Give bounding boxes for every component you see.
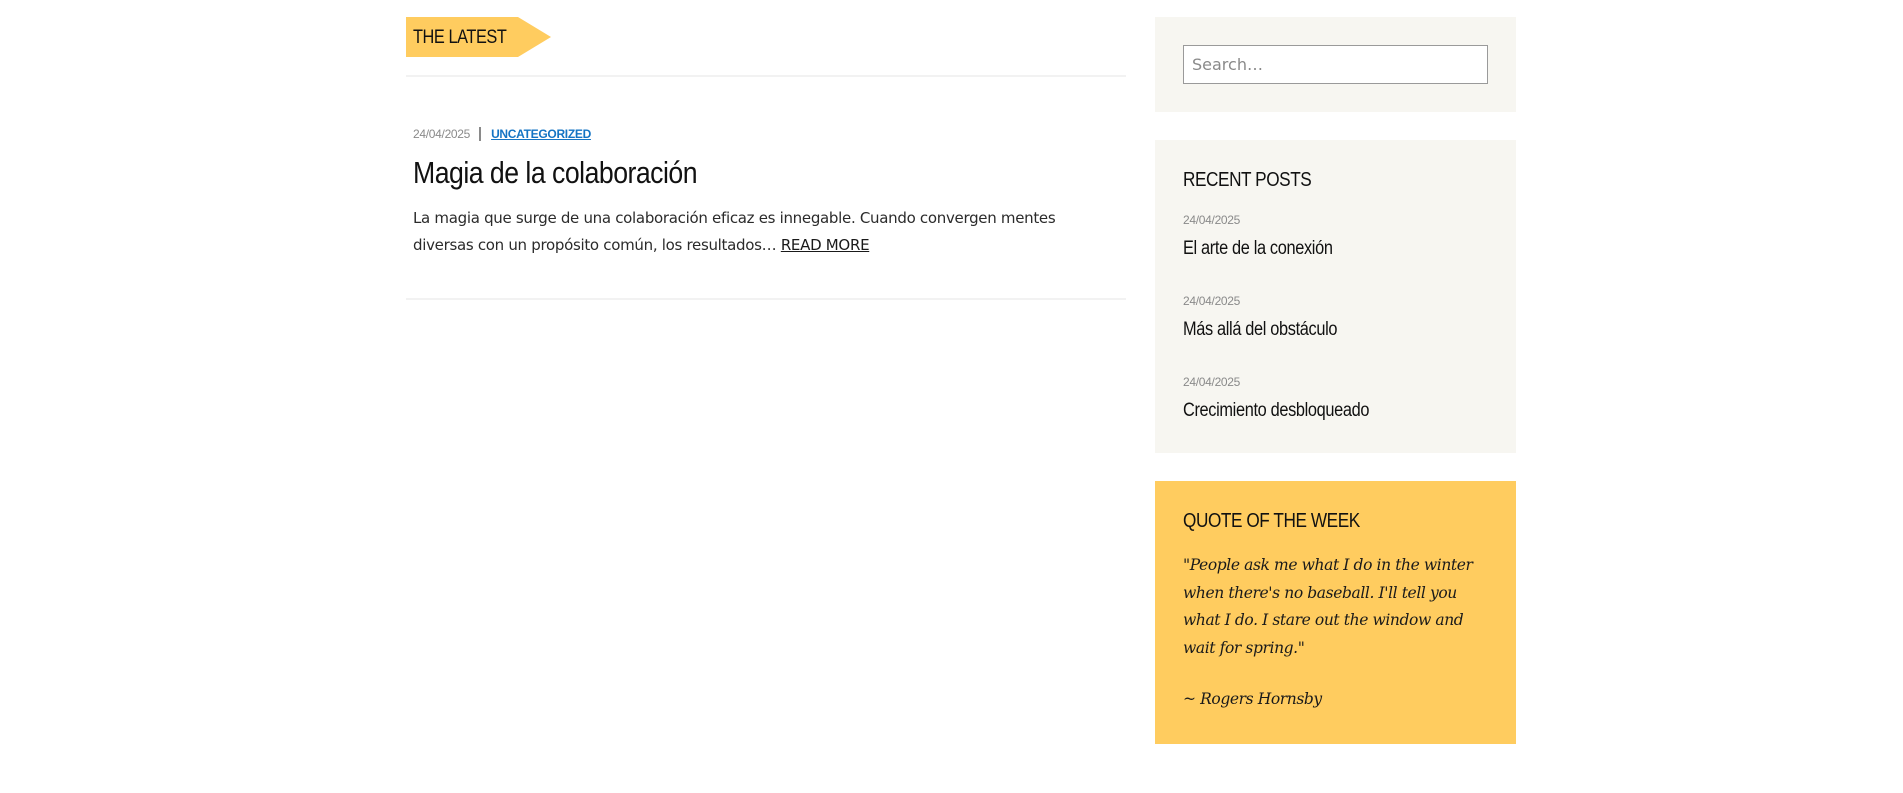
recent-post-link[interactable]: Más allá del obstáculo xyxy=(1183,319,1450,341)
quote-text: "People ask me what I do in the winter w… xyxy=(1183,556,1473,657)
post-excerpt-text: La magia que surge de una colaboración e… xyxy=(413,209,1056,254)
divider xyxy=(406,75,1126,77)
section-banner: THE LATEST xyxy=(406,17,551,57)
post-card: 24/04/2025 UNCATEGORIZED Magia de la col… xyxy=(413,127,1113,259)
divider xyxy=(406,298,1126,300)
main-content: THE LATEST 24/04/2025 UNCATEGORIZED Magi… xyxy=(406,17,1126,300)
post-date: 24/04/2025 xyxy=(413,127,471,141)
post-excerpt: La magia que surge de una colaboración e… xyxy=(413,205,1113,259)
search-input[interactable] xyxy=(1183,45,1488,84)
recent-posts-title: RECENT POSTS xyxy=(1183,169,1312,191)
recent-post-link[interactable]: Crecimiento desbloqueado xyxy=(1183,400,1450,422)
search-widget xyxy=(1155,17,1516,112)
post-meta: 24/04/2025 UNCATEGORIZED xyxy=(413,127,1113,141)
quote-widget: QUOTE OF THE WEEK "People ask me what I … xyxy=(1155,481,1516,744)
recent-post-item: 24/04/2025 Crecimiento desbloqueado xyxy=(1183,375,1493,422)
quote-widget-title: QUOTE OF THE WEEK xyxy=(1183,510,1360,532)
recent-post-link[interactable]: El arte de la conexión xyxy=(1183,238,1450,260)
recent-posts-widget: RECENT POSTS 24/04/2025 El arte de la co… xyxy=(1155,140,1516,453)
quote-author: ~ Rogers Hornsby xyxy=(1183,690,1322,708)
recent-post-date: 24/04/2025 xyxy=(1183,294,1241,308)
recent-post-date: 24/04/2025 xyxy=(1183,375,1241,389)
section-label: THE LATEST xyxy=(413,27,507,48)
recent-post-date: 24/04/2025 xyxy=(1183,213,1241,227)
meta-separator xyxy=(479,127,482,141)
post-title[interactable]: Magia de la colaboración xyxy=(413,155,1015,191)
recent-post-item: 24/04/2025 Más allá del obstáculo xyxy=(1183,294,1493,341)
recent-post-item: 24/04/2025 El arte de la conexión xyxy=(1183,213,1493,260)
post-category-link[interactable]: UNCATEGORIZED xyxy=(491,127,591,141)
read-more-link[interactable]: READ MORE xyxy=(781,236,870,254)
